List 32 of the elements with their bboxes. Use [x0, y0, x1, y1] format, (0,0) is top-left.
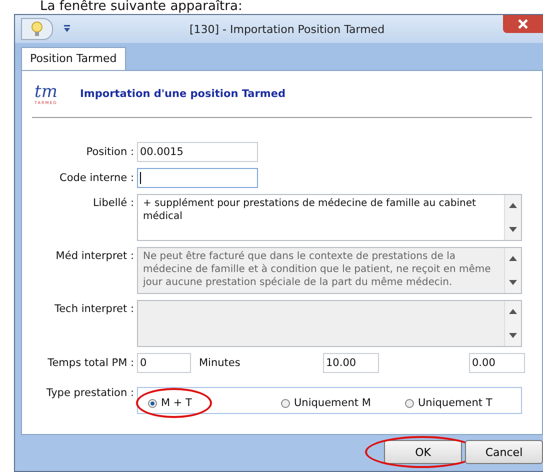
- input-field[interactable]: 0: [137, 353, 191, 373]
- radio-icon[interactable]: [405, 398, 414, 408]
- radio-option[interactable]: M + T: [148, 397, 281, 409]
- field-label: Temps total PM :: [46, 357, 135, 369]
- input-field[interactable]: [137, 168, 258, 188]
- dialog-button[interactable]: Cancel: [465, 440, 543, 464]
- close-icon: [518, 19, 528, 29]
- window-title: [130] - Importation Position Tarmed: [188, 22, 386, 36]
- radio-icon[interactable]: [148, 398, 157, 408]
- field-label: Code interne :: [58, 172, 135, 184]
- lightbulb-icon: [31, 21, 43, 37]
- tab[interactable]: Position Tarmed: [21, 47, 126, 70]
- field-label: Tech interpret :: [53, 302, 135, 315]
- scrollbar[interactable]: [504, 195, 521, 240]
- dropdown-icon[interactable]: [63, 24, 71, 34]
- field-label: Méd interpret :: [54, 249, 135, 262]
- field-label: Libellé :: [92, 196, 135, 209]
- dialog-heading: Importation d'une position Tarmed: [80, 88, 286, 100]
- scroll-down-icon[interactable]: [509, 227, 517, 232]
- radio-icon[interactable]: [281, 398, 290, 408]
- unit-label: Minutes: [199, 357, 242, 369]
- input-field[interactable]: 10.00: [323, 353, 379, 373]
- input-field[interactable]: 00.0015: [137, 142, 258, 162]
- dialog-button[interactable]: OK: [384, 440, 462, 464]
- field-label: Type prestation :: [45, 387, 135, 399]
- text-area[interactable]: + supplément pour prestations de médecine de famille au cabinet médical: [137, 194, 522, 241]
- input-field[interactable]: 0.00: [469, 353, 525, 373]
- field-label: Position :: [85, 146, 135, 158]
- radio-option[interactable]: Uniquement M: [281, 397, 405, 409]
- scroll-up-icon[interactable]: [509, 203, 517, 208]
- close-button[interactable]: [503, 15, 543, 33]
- radio-option[interactable]: Uniquement T: [405, 397, 492, 409]
